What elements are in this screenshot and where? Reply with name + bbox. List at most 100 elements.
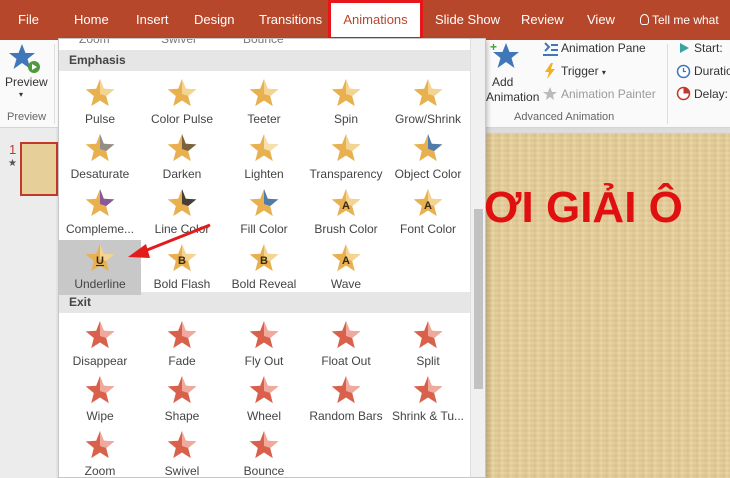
svg-text:+: + <box>490 40 497 54</box>
effect-label: Lighten <box>244 167 284 181</box>
effect-label: Underline <box>74 277 126 291</box>
effect-exit-swivel[interactable]: Swivel <box>141 427 223 477</box>
tab-file[interactable]: File <box>18 0 39 40</box>
effect-label: Shrink & Tu... <box>391 409 465 423</box>
effect-emphasis-spin[interactable]: Spin <box>305 75 387 130</box>
effect-exit-zoom[interactable]: Zoom <box>59 427 141 477</box>
slide-number: 1 <box>9 142 17 157</box>
svg-text:B: B <box>260 255 268 267</box>
effect-label: Object Color <box>394 167 462 181</box>
fade-star-icon <box>167 321 197 349</box>
gallery-scrollbar[interactable] <box>470 39 485 477</box>
scrollbar-thumb[interactable] <box>474 209 483 389</box>
tab-review[interactable]: Review <box>521 0 564 40</box>
add-animation-label-line1[interactable]: Add <box>492 75 513 89</box>
brush-color-star-icon: A <box>331 189 361 217</box>
tab-transitions[interactable]: Transitions <box>259 0 322 40</box>
start-play-icon <box>680 43 689 53</box>
effect-emphasis-color-pulse[interactable]: Color Pulse <box>141 75 223 130</box>
effect-emphasis-fill-color[interactable]: Fill Color <box>223 185 305 240</box>
effect-exit-shape[interactable]: Shape <box>141 372 223 427</box>
effect-label: Random Bars <box>309 409 383 423</box>
effect-label: Wave <box>330 277 362 291</box>
partial-effect-label[interactable]: Swivel <box>161 39 196 46</box>
svg-text:B: B <box>178 255 186 267</box>
effect-label: Spin <box>333 112 359 126</box>
effect-label: Bold Flash <box>153 277 211 291</box>
fly-out-star-icon <box>249 321 279 349</box>
effect-emphasis-bold-flash[interactable]: B Bold Flash <box>141 240 223 295</box>
effect-exit-float-out[interactable]: Float Out <box>305 317 387 372</box>
disappear-star-icon <box>85 321 115 349</box>
effect-exit-fly-out[interactable]: Fly Out <box>223 317 305 372</box>
partial-effect-label[interactable]: Zoom <box>79 39 110 46</box>
effect-emphasis-font-color[interactable]: A Font Color <box>387 185 469 240</box>
effect-emphasis-underline[interactable]: U Underline <box>59 240 141 295</box>
effect-exit-wipe[interactable]: Wipe <box>59 372 141 427</box>
tab-slide-show[interactable]: Slide Show <box>435 0 500 40</box>
effect-exit-random-bars[interactable]: Random Bars <box>305 372 387 427</box>
effect-emphasis-object-color[interactable]: Object Color <box>387 130 469 185</box>
effect-exit-disappear[interactable]: Disappear <box>59 317 141 372</box>
effect-emphasis-lighten[interactable]: Lighten <box>223 130 305 185</box>
effect-label: Transparency <box>309 167 383 181</box>
exit-section-header: Exit <box>59 292 470 313</box>
effect-exit-fade[interactable]: Fade <box>141 317 223 372</box>
advanced-animation-group-label: Advanced Animation <box>514 111 615 123</box>
svg-text:A: A <box>342 255 350 267</box>
effect-emphasis-line-color[interactable]: Line Color <box>141 185 223 240</box>
effect-emphasis-darken[interactable]: Darken <box>141 130 223 185</box>
svg-text:A: A <box>424 200 432 212</box>
animation-star-marker-icon: ★ <box>8 158 17 169</box>
effect-emphasis-teeter[interactable]: Teeter <box>223 75 305 130</box>
slide-canvas[interactable]: ƠI GIẢI Ô <box>478 133 730 478</box>
animation-pane-button[interactable]: Animation Pane <box>561 41 646 55</box>
effect-exit-split[interactable]: Split <box>387 317 469 372</box>
effect-exit-shrink-turn[interactable]: Shrink & Tu... <box>387 372 469 427</box>
effect-emphasis-desaturate[interactable]: Desaturate <box>59 130 141 185</box>
delay-label: Delay: <box>694 87 729 101</box>
slide-title-text[interactable]: ƠI GIẢI Ô <box>484 183 683 233</box>
random-bars-star-icon <box>331 376 361 404</box>
start-label: Start: <box>694 41 723 55</box>
preview-dropdown-arrow[interactable]: ▾ <box>19 90 23 99</box>
tell-me-text: Tell me what <box>652 13 719 27</box>
float-out-star-icon <box>331 321 361 349</box>
effect-exit-wheel[interactable]: Wheel <box>223 372 305 427</box>
effect-label: Fill Color <box>240 222 288 236</box>
bounce-star-icon <box>249 431 279 459</box>
duration-clock-icon <box>676 64 691 79</box>
preview-star-icon[interactable] <box>8 42 42 76</box>
animation-gallery: Zoom Swivel Bounce Emphasis Exit Pulse Colo… <box>58 38 486 478</box>
effect-label: Bold Reveal <box>231 277 297 291</box>
lightbulb-icon <box>640 14 649 25</box>
teeter-star-icon <box>249 79 279 107</box>
tab-view[interactable]: View <box>587 0 615 40</box>
animation-painter-button[interactable]: Animation Painter <box>561 87 656 101</box>
effect-emphasis-complementary[interactable]: Compleme... <box>59 185 141 240</box>
tell-me-box[interactable]: Tell me what <box>640 0 719 40</box>
wipe-star-icon <box>85 376 115 404</box>
tab-animations[interactable]: Animations <box>328 0 423 40</box>
effect-emphasis-brush-color[interactable]: A Brush Color <box>305 185 387 240</box>
effect-emphasis-wave[interactable]: A Wave <box>305 240 387 295</box>
effect-emphasis-transparency[interactable]: Transparency <box>305 130 387 185</box>
partial-effect-label[interactable]: Bounce <box>243 39 284 46</box>
tab-home[interactable]: Home <box>74 0 109 40</box>
slide-thumbnail[interactable] <box>20 142 58 196</box>
effect-emphasis-grow-shrink[interactable]: Grow/Shrink <box>387 75 469 130</box>
tab-insert[interactable]: Insert <box>136 0 169 40</box>
ribbon-tab-bar: File Home Insert Design Transitions Anim… <box>0 0 730 40</box>
effect-emphasis-pulse[interactable]: Pulse <box>59 75 141 130</box>
effect-emphasis-bold-reveal[interactable]: B Bold Reveal <box>223 240 305 295</box>
lighten-star-icon <box>249 134 279 162</box>
slide-thumbnails-pane: 1 ★ <box>0 128 58 478</box>
tab-design[interactable]: Design <box>194 0 234 40</box>
trigger-button[interactable]: Trigger ▾ <box>561 64 606 78</box>
effect-exit-bounce[interactable]: Bounce <box>223 427 305 477</box>
fill-color-star-icon <box>249 189 279 217</box>
preview-button-label[interactable]: Preview <box>5 75 48 89</box>
complementary-star-icon <box>85 189 115 217</box>
add-animation-star-icon[interactable]: + <box>488 40 522 74</box>
add-animation-label-line2[interactable]: Animation <box>486 90 539 104</box>
